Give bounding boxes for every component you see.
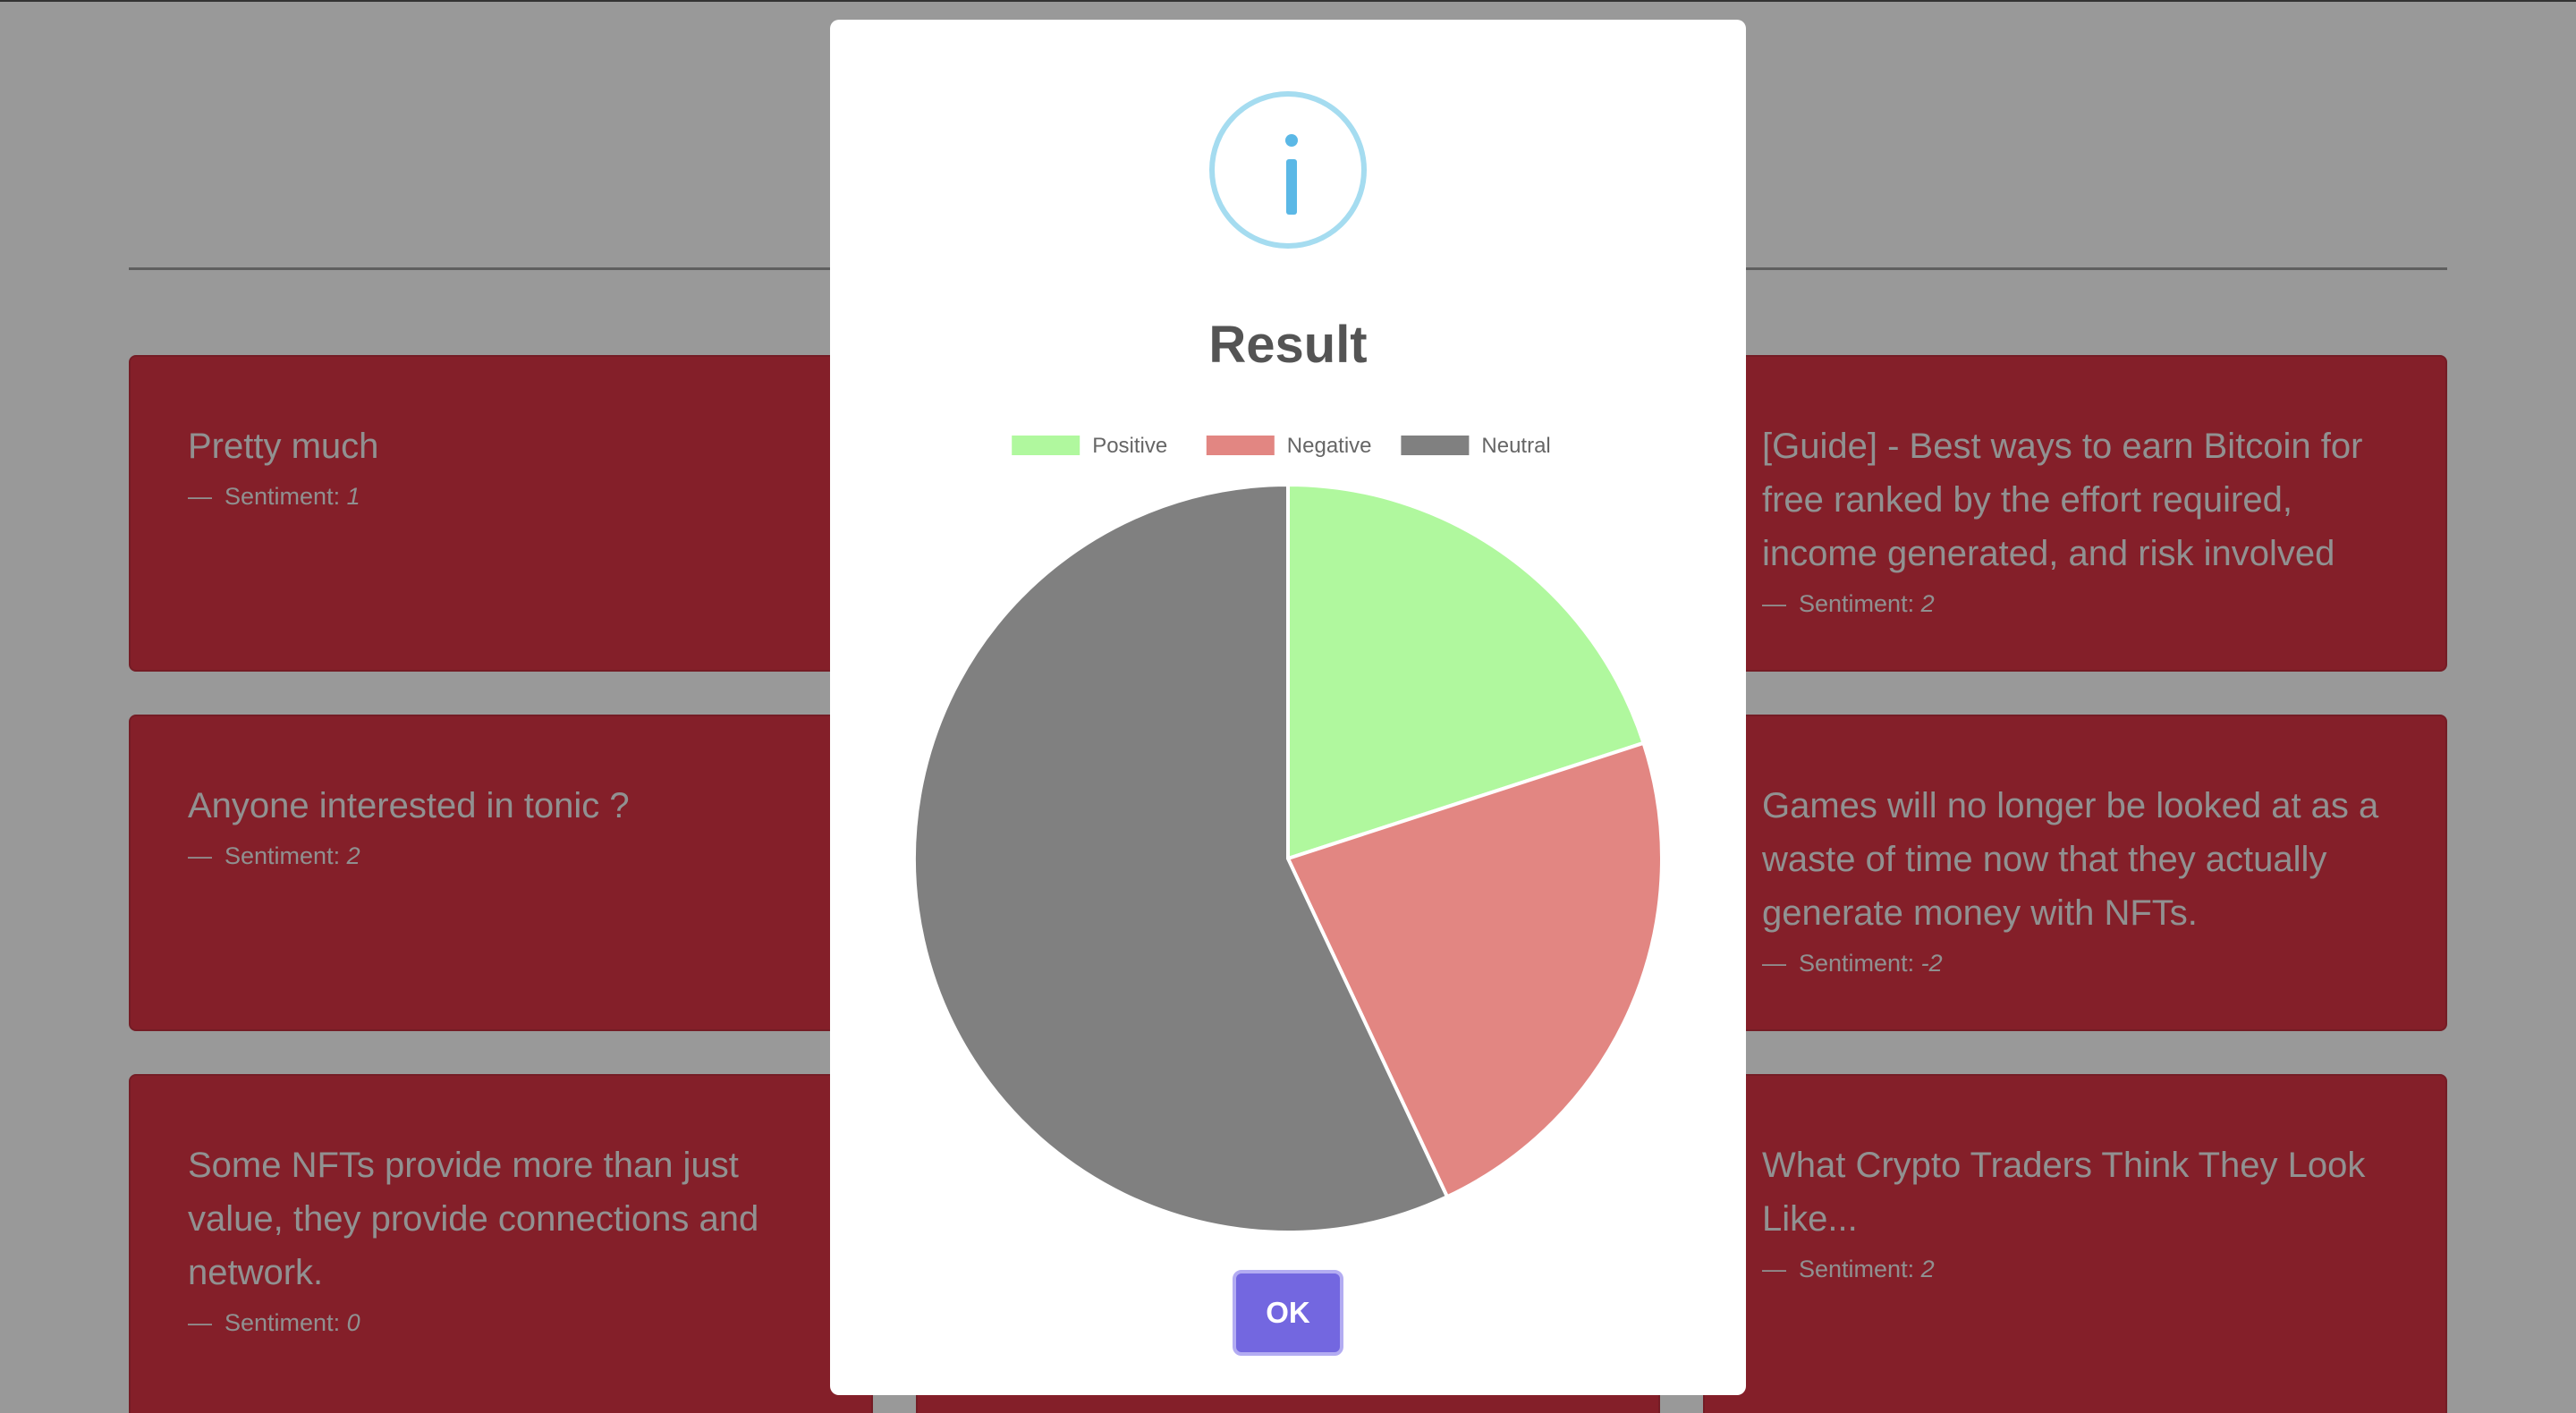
result-dialog: Result Positive Negative Neutral OK bbox=[830, 20, 1746, 1395]
legend-label-neutral[interactable]: Neutral bbox=[1481, 434, 1550, 458]
info-icon bbox=[1209, 91, 1367, 249]
pie-slices bbox=[912, 482, 1664, 1234]
legend-swatch-neutral[interactable] bbox=[1401, 436, 1470, 455]
dialog-title: Result bbox=[1208, 316, 1368, 374]
sentiment-pie-chart: Positive Negative Neutral bbox=[912, 434, 1664, 1234]
legend-label-negative[interactable]: Negative bbox=[1287, 434, 1372, 458]
legend-label-positive[interactable]: Positive bbox=[1092, 434, 1167, 458]
legend-swatch-negative[interactable] bbox=[1206, 436, 1275, 455]
ok-button[interactable]: OK bbox=[1233, 1270, 1343, 1356]
legend-swatch-positive[interactable] bbox=[1012, 436, 1080, 455]
chart-legend: Positive Negative Neutral bbox=[1012, 434, 1551, 458]
